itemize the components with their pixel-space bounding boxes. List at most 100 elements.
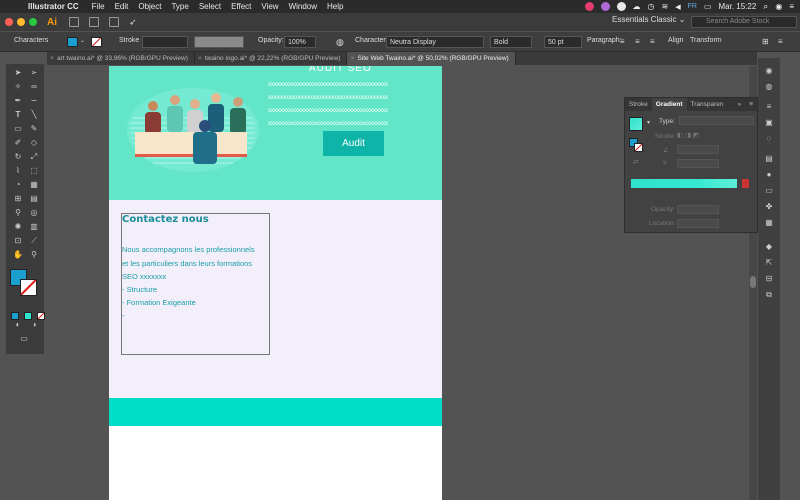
stroke-swatch[interactable] bbox=[91, 37, 102, 47]
volume-icon[interactable]: ◀ bbox=[675, 3, 680, 11]
screen-mode-icon[interactable]: ▭ bbox=[18, 334, 30, 344]
blend-tool-icon[interactable]: ◎ bbox=[28, 208, 40, 218]
eraser-tool-icon[interactable]: ◇ bbox=[28, 138, 40, 148]
opacity-field[interactable]: 100% bbox=[284, 36, 316, 48]
none-mode-icon[interactable] bbox=[37, 312, 45, 320]
team-meeting-illustration[interactable] bbox=[123, 68, 263, 178]
app-status-icon[interactable] bbox=[616, 2, 626, 11]
stroke-label[interactable]: Stroke bbox=[119, 37, 139, 44]
color-mode-icon[interactable] bbox=[11, 312, 19, 320]
placeholder-text-line[interactable]: xxxxxxxxxxxxxxxxxxxxxxxxxxxxxxxxxxxxxxxx bbox=[268, 108, 388, 114]
perspective-grid-tool-icon[interactable]: ▦ bbox=[28, 180, 40, 190]
chevron-down-icon[interactable]: ▾ bbox=[647, 119, 650, 126]
layers-panel-icon[interactable]: ▣ bbox=[763, 118, 775, 128]
stroke-weight-field[interactable] bbox=[142, 36, 188, 48]
font-style-field[interactable]: Bold bbox=[490, 36, 532, 48]
line-tool-icon[interactable]: ╲ bbox=[28, 110, 40, 120]
align-center-icon[interactable]: ≡ bbox=[635, 37, 640, 46]
lasso-tool-icon[interactable]: ∞ bbox=[28, 82, 40, 92]
zoom-tool-icon[interactable]: ⚲ bbox=[28, 250, 40, 260]
search-stock-input[interactable]: Search Adobe Stock bbox=[691, 16, 797, 28]
text-frame[interactable] bbox=[121, 213, 270, 355]
artboard-tool-icon[interactable]: ⊡ bbox=[12, 236, 24, 246]
placeholder-text-line[interactable]: xxxxxxxxxxxxxxxxxxxxxxxxxxxxxxxxxxxxxxxx bbox=[268, 121, 388, 127]
tab-gradient[interactable]: Gradient bbox=[651, 98, 687, 111]
menu-effect[interactable]: Effect bbox=[231, 2, 251, 11]
slice-tool-icon[interactable]: ⟋ bbox=[28, 236, 40, 246]
libraries-icon[interactable]: ▤ bbox=[763, 154, 775, 164]
symbols-icon[interactable]: ✤ bbox=[763, 202, 775, 212]
menu-help[interactable]: Help bbox=[327, 2, 343, 11]
tab-transparency[interactable]: Transparen bbox=[687, 98, 728, 111]
font-family-field[interactable]: Neutra Display bbox=[386, 36, 484, 48]
arrange-documents-icon[interactable] bbox=[109, 17, 119, 27]
draw-inside-icon[interactable]: ◑ bbox=[28, 320, 40, 330]
color-guide-icon[interactable]: ◍ bbox=[763, 82, 775, 92]
stroke-panel-icon[interactable]: ◆ bbox=[763, 242, 775, 252]
transform-link[interactable]: Transform bbox=[690, 37, 722, 44]
rectangle-tool-icon[interactable]: ▭ bbox=[12, 124, 24, 134]
angle-field[interactable] bbox=[677, 145, 719, 154]
menu-edit[interactable]: Edit bbox=[115, 2, 129, 11]
free-transform-tool-icon[interactable]: ⬚ bbox=[28, 166, 40, 176]
appearance-icon[interactable]: ◌ bbox=[763, 134, 775, 144]
workspace-switcher[interactable]: Essentials Classic ⌄ bbox=[612, 15, 685, 24]
body-text-line[interactable]: Nous accompagnons les professionnels bbox=[122, 245, 255, 254]
app-status-icon[interactable] bbox=[584, 2, 594, 11]
aspect-ratio-icon[interactable]: ⌗ bbox=[663, 160, 667, 168]
placeholder-text-line[interactable]: xxxxxxxxxxxxxxxxxxxxxxxxxxxxxxxxxxxxxxxx bbox=[268, 82, 388, 88]
align-panel-icon[interactable]: ⊟ bbox=[763, 274, 775, 284]
artboard[interactable]: AUDIT SEO xxxxxxxxxxxxxxxxxxxxxxxxxxxxxx… bbox=[109, 66, 442, 500]
export-icon[interactable]: ⇱ bbox=[763, 258, 775, 268]
tab-stroke[interactable]: Stroke bbox=[625, 98, 652, 111]
rotate-tool-icon[interactable]: ↻ bbox=[12, 152, 24, 162]
panel-menu-icon[interactable]: ≡ bbox=[745, 98, 757, 111]
stroke-gradient-option-icon[interactable]: ◧ ◨ ◩ bbox=[677, 131, 699, 139]
stroke-color-swatch[interactable] bbox=[20, 279, 37, 296]
selection-tool-icon[interactable]: ➤ bbox=[12, 68, 24, 78]
bridge-icon[interactable] bbox=[69, 17, 79, 27]
apple-icon[interactable] bbox=[6, 2, 14, 11]
tab-site-web-twaino[interactable]: × Site Web Twaino.ai* @ 50,02% (RGB/GPU P… bbox=[347, 52, 516, 65]
reverse-gradient-icon[interactable]: ⇄ bbox=[633, 158, 638, 166]
tab-twaino-logo[interactable]: × twaino logo.ai* @ 22,22% (RGB/GPU Previ… bbox=[195, 52, 348, 65]
draw-mode-icon[interactable]: ◐ bbox=[12, 320, 24, 330]
body-text-line[interactable]: SEO xxxxxxx bbox=[122, 272, 166, 281]
menu-view[interactable]: View bbox=[261, 2, 278, 11]
wifi-icon[interactable]: ≋ bbox=[661, 2, 668, 11]
type-tool-icon[interactable]: T bbox=[12, 110, 24, 120]
stock-icon[interactable] bbox=[89, 17, 99, 27]
properties-icon[interactable]: ≡ bbox=[763, 102, 775, 112]
fill-swatch[interactable] bbox=[67, 37, 78, 47]
hero-title[interactable]: AUDIT SEO bbox=[309, 66, 372, 74]
body-text-line[interactable]: - Structure bbox=[122, 285, 157, 294]
opacity-label[interactable]: Opacity: bbox=[258, 37, 284, 44]
magic-wand-tool-icon[interactable]: ✧ bbox=[12, 82, 24, 92]
menu-type[interactable]: Type bbox=[171, 2, 188, 11]
flag-icon[interactable]: FR bbox=[688, 3, 697, 10]
spotlight-icon[interactable]: ⌕ bbox=[763, 1, 768, 12]
menu-select[interactable]: Select bbox=[199, 2, 221, 11]
color-panel-icon[interactable]: ◉ bbox=[763, 66, 775, 76]
graphic-styles-icon[interactable]: ▦ bbox=[763, 218, 775, 228]
battery-icon[interactable]: ▭ bbox=[704, 2, 712, 11]
font-size-field[interactable]: 50 pt bbox=[544, 36, 582, 48]
close-tab-icon[interactable]: × bbox=[350, 52, 354, 65]
gradient-slider[interactable] bbox=[631, 179, 737, 188]
siri-icon[interactable]: ◉ bbox=[775, 2, 782, 11]
body-text-line[interactable]: et les particuliers dans leurs formation… bbox=[122, 259, 252, 268]
align-left-icon[interactable]: ≡ bbox=[620, 37, 625, 46]
character-label[interactable]: Character: bbox=[355, 37, 388, 44]
delete-stop-icon[interactable] bbox=[742, 179, 749, 188]
scale-tool-icon[interactable]: ⤢ bbox=[28, 152, 40, 162]
isolate-icon[interactable]: ⊞ bbox=[762, 37, 769, 46]
expand-icon[interactable]: » bbox=[734, 98, 746, 111]
variable-width-profile[interactable] bbox=[194, 36, 244, 48]
maximize-window-icon[interactable] bbox=[29, 18, 37, 26]
shaper-tool-icon[interactable]: ✐ bbox=[12, 138, 24, 148]
gradient-preview-swatch[interactable] bbox=[629, 117, 643, 131]
recolor-icon[interactable]: ◍ bbox=[336, 37, 344, 48]
pen-tool-icon[interactable]: ✒ bbox=[12, 96, 24, 106]
notification-icon[interactable]: ≡ bbox=[789, 2, 794, 11]
app-menu[interactable]: Illustrator CC bbox=[28, 2, 79, 11]
